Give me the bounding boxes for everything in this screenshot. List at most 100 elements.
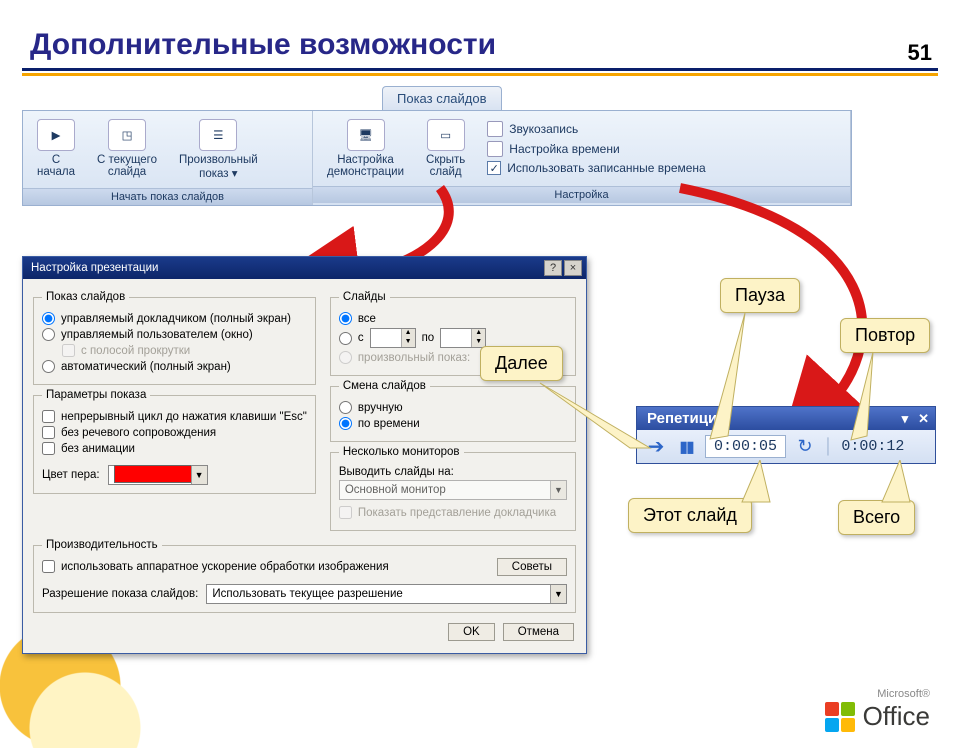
close-icon[interactable]: ✕: [918, 411, 929, 427]
label-text: автоматический (полный экран): [61, 361, 231, 373]
pen-color-combo[interactable]: ▼: [108, 465, 208, 485]
combo-value: Использовать текущее разрешение: [207, 588, 550, 600]
dialog-titlebar[interactable]: Настройка презентации ? ×: [23, 257, 586, 279]
minimize-icon[interactable]: ▾: [902, 411, 909, 427]
legend: Показ слайдов: [42, 291, 129, 303]
slides-icon: ☰: [199, 119, 237, 151]
next-button[interactable]: ➔: [645, 436, 667, 458]
close-button[interactable]: ×: [564, 260, 582, 276]
help-button[interactable]: ?: [544, 260, 562, 276]
radio-manual[interactable]: вручную: [339, 401, 567, 414]
radio-presenter[interactable]: управляемый докладчиком (полный экран): [42, 312, 307, 325]
tips-button[interactable]: Советы: [497, 558, 567, 576]
group-monitors: Несколько мониторов Выводить слайды на: …: [330, 446, 576, 531]
ribbon: ▶ С начала ◳ С текущего слайда ☰ Произво…: [22, 110, 852, 206]
group-show-options: Параметры показа непрерывный цикл до наж…: [33, 389, 316, 494]
label-text: Выводить слайды на:: [339, 466, 454, 478]
legend: Слайды: [339, 291, 390, 303]
from-spinner[interactable]: ▲▼: [370, 328, 416, 348]
microsoft-label: Microsoft®: [877, 688, 930, 700]
ribbon-hide-slide[interactable]: ▭ Скрыть слайд: [420, 117, 471, 180]
ribbon-from-beginning[interactable]: ▶ С начала: [31, 117, 81, 182]
radio-all-slides[interactable]: все: [339, 312, 567, 325]
radio-timings[interactable]: по времени: [339, 417, 567, 430]
rehearsal-titlebar[interactable]: Репетиция ▾ ✕: [637, 407, 935, 430]
radio-from-to[interactable]: с ▲▼ по ▲▼: [339, 328, 567, 348]
checkbox-no-animation[interactable]: без анимации: [42, 442, 307, 455]
checkbox-input: [62, 344, 75, 357]
radio-input[interactable]: [339, 417, 352, 430]
ribbon-label: С начала: [37, 154, 75, 178]
office-logo-icon: [825, 702, 855, 732]
label-text: без анимации: [61, 443, 135, 455]
divider-blue: [22, 68, 938, 71]
radio-input[interactable]: [339, 401, 352, 414]
cancel-button[interactable]: Отмена: [503, 623, 574, 641]
group-show-type: Показ слайдов управляемый докладчиком (п…: [33, 291, 316, 385]
rehearsal-title: Репетиция: [647, 410, 726, 427]
to-spinner[interactable]: ▲▼: [440, 328, 486, 348]
ribbon-label: Использовать записанные времена: [507, 161, 705, 175]
hide-icon: ▭: [427, 119, 465, 151]
chevron-down-icon: ▼: [550, 481, 566, 499]
radio-input[interactable]: [339, 332, 352, 345]
ribbon-setup-show[interactable]: 🖥 Настройка демонстрации: [321, 117, 410, 180]
dialog-title: Настройка презентации: [31, 262, 158, 274]
settings-icon: 🖥: [347, 119, 385, 151]
label-text: управляемый докладчиком (полный экран): [61, 313, 291, 325]
checkbox-hw-accel[interactable]: использовать аппаратное ускорение обрабо…: [42, 560, 389, 573]
label-text: управляемый пользователем (окно): [61, 329, 253, 341]
checkbox-input[interactable]: [42, 426, 55, 439]
group-advance: Смена слайдов вручную по времени: [330, 380, 576, 442]
radio-browsed[interactable]: управляемый пользователем (окно): [42, 328, 307, 341]
ribbon-use-timings[interactable]: ✓ Использовать записанные времена: [487, 161, 705, 175]
checkbox-input[interactable]: [42, 560, 55, 573]
checkbox-loop[interactable]: непрерывный цикл до нажатия клавиши "Esc…: [42, 410, 307, 423]
page-title: Дополнительные возможности: [30, 28, 960, 62]
checkbox-icon: ✓: [487, 161, 501, 175]
resolution-combo[interactable]: Использовать текущее разрешение ▼: [206, 584, 567, 604]
ok-button[interactable]: OK: [448, 623, 495, 641]
callout-pause: Пауза: [720, 278, 800, 313]
ribbon-rehearse-timings[interactable]: Настройка времени: [487, 141, 705, 157]
label-text: использовать аппаратное ускорение обрабо…: [61, 561, 389, 573]
callout-tail-total: [880, 460, 930, 504]
label-text: по: [422, 332, 435, 344]
radio-input[interactable]: [42, 360, 55, 373]
label-text: Показать представление докладчика: [358, 507, 556, 519]
legend: Производительность: [42, 539, 162, 551]
label-text: Разрешение показа слайдов:: [42, 588, 198, 600]
label-text: без речевого сопровождения: [61, 427, 216, 439]
label-text: с полосой прокрутки: [81, 345, 190, 357]
divider-orange: [22, 73, 938, 76]
callout-this-slide: Этот слайд: [628, 498, 752, 533]
ribbon-custom-show[interactable]: ☰ Произвольный показ ▾: [173, 117, 264, 182]
chevron-down-icon[interactable]: ▼: [191, 466, 207, 484]
radio-kiosk[interactable]: автоматический (полный экран): [42, 360, 307, 373]
checkbox-scrollbar: с полосой прокрутки: [62, 344, 307, 357]
chevron-down-icon[interactable]: ▼: [550, 585, 566, 603]
ribbon-record-narration[interactable]: Звукозапись: [487, 121, 705, 137]
rehearsal-toolbar: Репетиция ▾ ✕ ➔ ▮▮ 0:00:05 ↻ │ 0:00:12: [636, 406, 936, 464]
checkbox-input[interactable]: [42, 442, 55, 455]
callout-next: Далее: [480, 346, 563, 381]
radio-input[interactable]: [42, 328, 55, 341]
ribbon-label: С текущего слайда: [97, 154, 157, 178]
radio-input: [339, 351, 352, 364]
ribbon-from-current[interactable]: ◳ С текущего слайда: [91, 117, 163, 182]
radio-input[interactable]: [339, 312, 352, 325]
repeat-button[interactable]: ↻: [794, 436, 816, 458]
pen-color-label: Цвет пера:: [42, 469, 100, 481]
radio-input[interactable]: [42, 312, 55, 325]
pause-button[interactable]: ▮▮: [675, 436, 697, 458]
label-text: вручную: [358, 402, 403, 414]
clock-icon: [487, 141, 503, 157]
setup-show-dialog: Настройка презентации ? × Показ слайдов …: [22, 256, 587, 654]
ribbon-tab-slideshow[interactable]: Показ слайдов: [382, 86, 502, 110]
checkbox-no-narration[interactable]: без речевого сопровождения: [42, 426, 307, 439]
combo-value: Основной монитор: [340, 484, 550, 496]
label-text: непрерывный цикл до нажатия клавиши "Esc…: [61, 411, 307, 423]
checkbox-input[interactable]: [42, 410, 55, 423]
slide-icon: ◳: [108, 119, 146, 151]
brand-text: Office: [863, 701, 930, 732]
